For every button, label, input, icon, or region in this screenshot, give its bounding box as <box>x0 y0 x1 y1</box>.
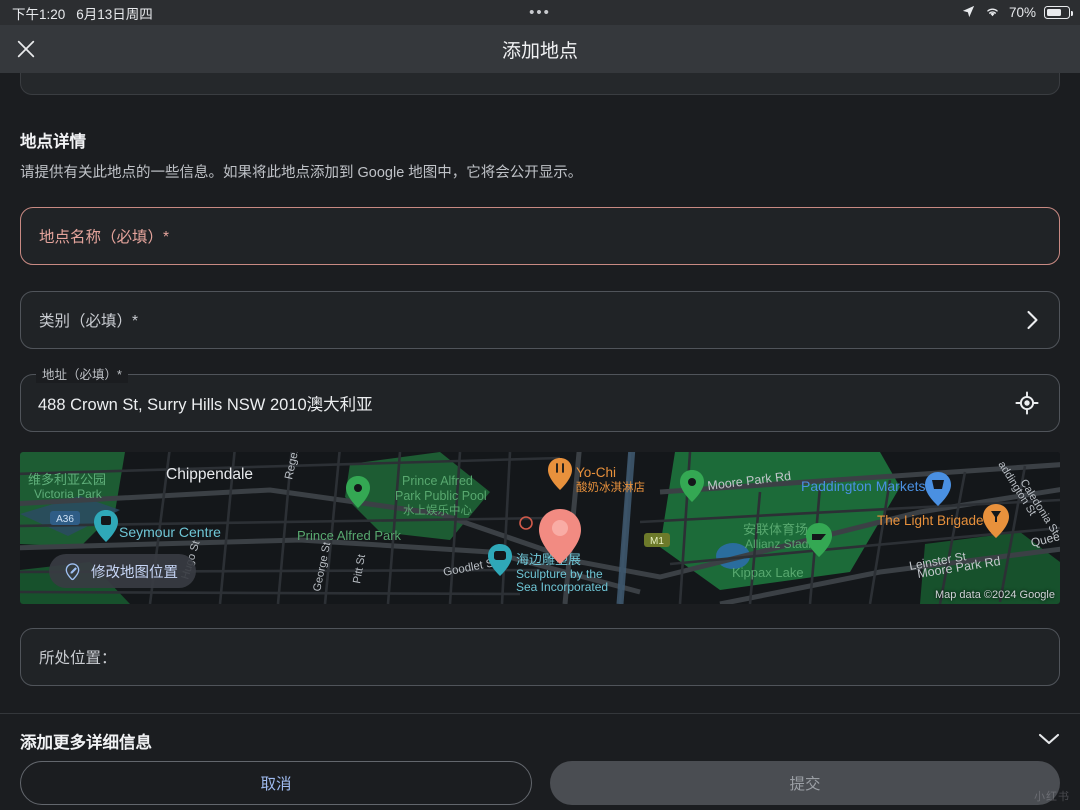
action-bar: 取消 提交 小红书 <box>0 756 1080 810</box>
submit-button[interactable]: 提交 <box>550 761 1060 805</box>
cancel-button[interactable]: 取消 <box>20 761 532 805</box>
svg-text:酸奶冰淇淋店: 酸奶冰淇淋店 <box>576 480 645 494</box>
svg-text:Seymour Centre: Seymour Centre <box>119 524 221 540</box>
place-name-label: 地点名称（必填）* <box>21 225 169 247</box>
status-bar: 下午1:20 6月13日周四 ••• 70% <box>0 0 1080 25</box>
form-scroll-area[interactable]: 地点详情 请提供有关此地点的一些信息。如果将此地点添加到 Google 地图中，… <box>0 73 1080 756</box>
section-heading: 地点详情 <box>20 128 1080 152</box>
app-screen: 下午1:20 6月13日周四 ••• 70% <box>0 0 1080 810</box>
svg-text:维多利亚公园: 维多利亚公园 <box>28 472 106 487</box>
map-attribution: Map data ©2024 Google <box>935 589 1055 601</box>
map-preview[interactable]: A36 M1 维多利亚公园 Victoria Park Chippendale … <box>20 452 1060 604</box>
edit-map-location-button[interactable]: 修改地图位置 <box>49 554 196 588</box>
svg-text:Prince Alfred: Prince Alfred <box>402 474 473 488</box>
dynamic-island-dots: ••• <box>529 5 551 20</box>
address-field[interactable]: 地址（必填）* 488 Crown St, Surry Hills NSW 20… <box>20 374 1060 432</box>
svg-text:水上娱乐中心: 水上娱乐中心 <box>403 503 472 517</box>
svg-text:Victoria Park: Victoria Park <box>34 487 103 501</box>
chevron-down-icon <box>1038 732 1060 751</box>
cancel-button-label: 取消 <box>260 772 291 794</box>
svg-text:The Light Brigade: The Light Brigade <box>877 513 984 528</box>
edit-location-icon <box>63 562 82 581</box>
category-field[interactable]: 类别（必填）* <box>20 291 1060 349</box>
section-description: 请提供有关此地点的一些信息。如果将此地点添加到 Google 地图中，它将会公开… <box>20 161 1080 182</box>
title-bar: 添加地点 <box>0 25 1080 73</box>
chevron-right-icon <box>1026 310 1059 330</box>
svg-text:安联体育场: 安联体育场 <box>743 522 808 537</box>
status-bar-center: ••• <box>0 5 1080 20</box>
svg-text:Kippax Lake: Kippax Lake <box>732 565 804 580</box>
my-location-icon[interactable] <box>1015 391 1059 415</box>
edit-map-location-label: 修改地图位置 <box>91 561 178 582</box>
svg-text:Sea Incorporated: Sea Incorporated <box>516 580 608 594</box>
previous-card-clipped <box>20 73 1060 95</box>
svg-text:A36: A36 <box>56 514 74 525</box>
submit-button-label: 提交 <box>789 772 820 794</box>
page-title: 添加地点 <box>0 36 1080 63</box>
svg-text:M1: M1 <box>650 536 664 547</box>
svg-text:海边雕塑展: 海边雕塑展 <box>516 552 581 567</box>
watermark: 小红书 <box>1034 788 1070 804</box>
close-icon <box>15 38 37 60</box>
address-value: 488 Crown St, Surry Hills NSW 2010澳大利亚 <box>21 391 373 415</box>
svg-text:Sculpture by the: Sculpture by the <box>516 567 603 581</box>
add-more-details-title: 添加更多详细信息 <box>20 729 152 753</box>
highway-shield-m1: M1 <box>644 533 670 547</box>
located-in-field[interactable]: 所处位置： <box>20 628 1060 686</box>
highway-shield-a36: A36 <box>50 511 80 525</box>
svg-text:Park Public Pool: Park Public Pool <box>395 489 487 503</box>
svg-text:Prince Alfred Park: Prince Alfred Park <box>297 528 402 543</box>
add-more-details-row[interactable]: 添加更多详细信息 <box>20 714 1060 756</box>
close-button[interactable] <box>0 25 52 73</box>
place-name-field[interactable]: 地点名称（必填）* <box>20 207 1060 265</box>
address-label: 地址（必填）* <box>36 367 128 383</box>
svg-text:Paddington Markets: Paddington Markets <box>801 478 926 494</box>
category-label: 类别（必填）* <box>21 309 138 331</box>
battery-icon <box>1044 6 1070 19</box>
svg-text:Chippendale: Chippendale <box>166 466 253 483</box>
located-in-label: 所处位置： <box>21 646 117 668</box>
svg-text:Yo-Chi: Yo-Chi <box>576 465 616 480</box>
